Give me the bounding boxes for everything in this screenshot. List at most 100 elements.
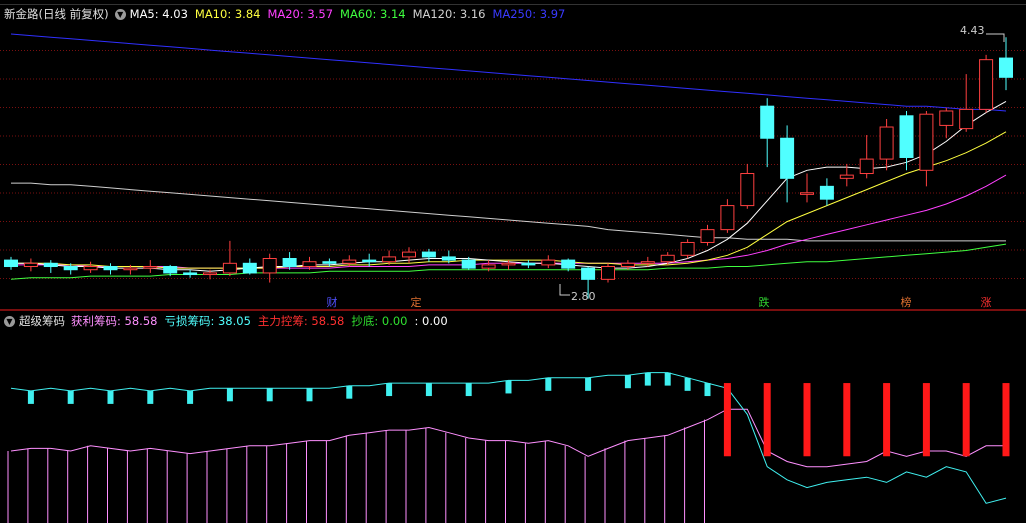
candle-up — [680, 241, 695, 256]
ma-label-2: MA20: 3.57 — [267, 7, 334, 21]
candle-up — [342, 259, 357, 264]
candle-up — [382, 256, 397, 263]
loss-chip-bar — [266, 388, 273, 402]
main-control-bar — [803, 383, 811, 457]
candle-down — [461, 259, 476, 269]
candle-down — [43, 262, 58, 268]
event-mark-fixed[interactable]: 定 — [409, 296, 423, 310]
candle-up — [979, 59, 994, 110]
candle-up — [601, 266, 615, 280]
main-control-bar — [962, 383, 970, 457]
indicator-header: ▼ 超级筹码 获利筹码: 58.58 亏损筹码: 38.05 主力控筹: 58.58… — [0, 312, 455, 330]
candle-up — [402, 251, 416, 258]
candle-down — [362, 259, 377, 263]
indicator-name: 超级筹码 — [19, 314, 65, 328]
event-mark-rise[interactable]: 涨 — [979, 296, 993, 310]
loss-chip-bar — [664, 372, 671, 386]
candle-up — [203, 272, 217, 276]
candle-up — [640, 261, 655, 264]
price-chart[interactable] — [0, 22, 1026, 309]
indicator-chart[interactable] — [0, 330, 1026, 523]
candle-down — [183, 272, 198, 276]
candle-up — [620, 262, 635, 268]
loss-chip-bar — [386, 383, 393, 397]
candle-up — [800, 192, 814, 195]
candle-down — [819, 185, 834, 200]
loss-chip-bar — [425, 383, 432, 397]
candle-up — [740, 173, 755, 207]
panel-divider — [0, 309, 1026, 311]
indicator-label-3: 抄底: 0.00 — [351, 314, 408, 328]
candle-up — [143, 266, 158, 269]
event-mark-finance[interactable]: 财 — [325, 296, 339, 310]
loss-chip-bar — [585, 377, 592, 391]
ma10-line — [11, 131, 1007, 269]
loss-chip-bar — [704, 383, 711, 397]
ma120-line — [11, 182, 1006, 242]
high-pointer — [986, 33, 1005, 42]
candle-up — [720, 205, 735, 231]
candle-down — [999, 57, 1013, 78]
candle-down — [760, 105, 775, 139]
main-control-bar — [1002, 383, 1010, 457]
indicator-label-0: 获利筹码: 58.58 — [71, 314, 158, 328]
candle-up — [541, 259, 556, 266]
candle-down — [899, 115, 914, 158]
ma-legend: MA5: 4.03 MA10: 3.84 MA20: 3.57 MA60: 3.14 M… — [130, 7, 573, 21]
ma-label-1: MA10: 3.84 — [194, 7, 261, 21]
candle-down — [163, 266, 178, 274]
candle-down — [103, 266, 118, 271]
event-mark-rank[interactable]: 榜 — [899, 296, 913, 310]
loss-chip-bar — [187, 390, 194, 404]
loss-chip-bar — [306, 388, 313, 402]
stock-title: 新金路(日线 前复权) — [4, 7, 109, 21]
candle-down — [421, 251, 436, 258]
candle-down — [561, 259, 576, 269]
main-control-bar — [922, 383, 930, 457]
ma5-line — [11, 100, 1007, 272]
loss-chip-bar — [67, 390, 74, 404]
candle-up — [879, 126, 894, 160]
candle-down — [780, 137, 795, 179]
loss-chip-bar — [147, 390, 154, 404]
profit-chip-line — [10, 408, 1006, 468]
main-control-bar — [763, 383, 771, 457]
candle-up — [262, 258, 277, 274]
candle-up — [839, 174, 854, 179]
loss-chip-bar — [27, 390, 34, 404]
chevron-down-icon[interactable]: ▼ — [4, 315, 15, 327]
indicator-label-4: : 0.00 — [414, 314, 448, 328]
low-pointer — [559, 284, 570, 296]
ma-label-5: MA250: 3.97 — [492, 7, 566, 21]
loss-chip-bar — [505, 380, 512, 394]
candle-up — [302, 261, 317, 268]
loss-chip-bar — [684, 377, 691, 391]
loss-chip-bar — [624, 375, 631, 389]
candle-up — [700, 229, 715, 243]
indicator-label-1: 亏损筹码: 38.05 — [164, 314, 251, 328]
indicator-label-2: 主力控筹: 58.58 — [257, 314, 345, 328]
loss-chip-bar — [644, 372, 651, 386]
loss-chip-bar — [226, 388, 233, 402]
loss-chip-bar — [346, 385, 353, 399]
candle-up — [919, 113, 934, 171]
candle-up — [123, 267, 138, 271]
chevron-down-icon[interactable]: ▼ — [114, 8, 126, 20]
candle-up — [959, 108, 974, 130]
indicator-legend: 获利筹码: 58.58 亏损筹码: 38.05 主力控筹: 58.58 抄底: 0.0… — [71, 313, 455, 329]
loss-chip-bar — [107, 390, 114, 404]
candle-down — [581, 267, 596, 280]
candle-down — [441, 256, 456, 261]
candle-up — [222, 262, 237, 274]
high-price-label: 4.43 — [960, 24, 985, 37]
candle-down — [242, 262, 257, 274]
ma-label-4: MA120: 3.16 — [412, 7, 486, 21]
low-price-label: 2.80 — [571, 290, 596, 303]
candle-up — [859, 158, 874, 175]
candle-up — [23, 262, 38, 268]
event-mark-drop[interactable]: 跌 — [757, 296, 771, 310]
candle-up — [481, 264, 496, 269]
candle-up — [501, 262, 516, 266]
main-control-bar — [883, 383, 891, 457]
ma20-line — [11, 174, 1007, 269]
